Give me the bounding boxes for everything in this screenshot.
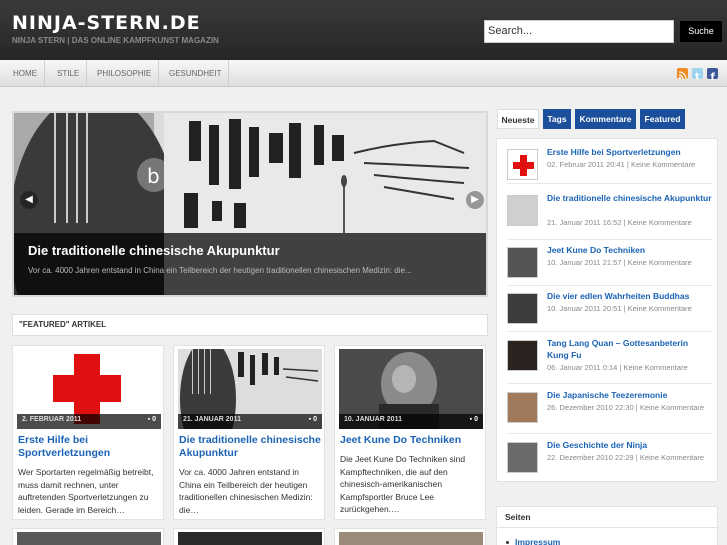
card-meta-bar: 21. JANUAR 2011 ▪ 0 bbox=[178, 414, 322, 429]
post-title[interactable]: Die traditionelle chinesische Akupunktur bbox=[547, 192, 712, 204]
card-title[interactable]: Erste Hilfe bei Sportverletzungen bbox=[18, 434, 162, 460]
post-title[interactable]: Die Japanische Teezeremonie bbox=[547, 389, 712, 401]
post-thumbnail[interactable] bbox=[507, 442, 538, 473]
card-date: 10. JANUAR 2011 bbox=[344, 416, 402, 423]
rss-icon[interactable] bbox=[677, 68, 688, 80]
card-date: 21. JANUAR 2011 bbox=[183, 416, 241, 423]
post-title[interactable]: Jeet Kune Do Techniken bbox=[547, 244, 712, 256]
featured-card[interactable]: 21. JANUAR 2011 ▪ 0 Die traditionelle ch… bbox=[173, 345, 325, 520]
tab-tags[interactable]: Tags bbox=[543, 109, 571, 129]
post-meta: 02. Februar 2011 20:41 | Keine Kommentar… bbox=[547, 160, 696, 169]
slider-excerpt: Vor ca. 4000 Jahren entstand in China ei… bbox=[28, 266, 412, 275]
card-title[interactable]: Die traditionelle chinesische Akupunktur bbox=[179, 434, 323, 460]
post-title[interactable]: Tang Lang Quan – Gottesanbeterin Kung Fu bbox=[547, 337, 712, 361]
site-title[interactable]: NINJA-STERN.DE bbox=[12, 12, 201, 34]
card-image bbox=[178, 532, 322, 545]
nav-item-philosophie[interactable]: PHILOSOPHIE bbox=[90, 60, 160, 87]
card-image bbox=[339, 532, 483, 545]
card-date: 2. FEBRUAR 2011 bbox=[22, 416, 82, 423]
featured-card[interactable]: 10. JANUAR 2011 ▪ 0 Jeet Kune Do Technik… bbox=[334, 345, 486, 520]
svg-text:f: f bbox=[711, 72, 716, 81]
facebook-icon[interactable]: f bbox=[707, 68, 718, 83]
post-meta: 10. Januar 2011 20:51 | Keine Kommentare bbox=[547, 304, 692, 313]
slider-prev-arrow[interactable]: ◀ bbox=[20, 191, 38, 209]
card-excerpt: Die Jeet Kune Do Techniken sind Kampftec… bbox=[340, 454, 466, 514]
pages-widget: Seiten Impressum bbox=[496, 506, 718, 545]
post-thumbnail[interactable] bbox=[507, 149, 538, 180]
post-meta: 06. Januar 2011 0:14 | Keine Kommentare bbox=[547, 363, 688, 372]
site-header: NINJA-STERN.DE NINJA STERN | DAS ONLINE … bbox=[0, 0, 727, 60]
svg-text:t: t bbox=[695, 72, 700, 81]
comment-count[interactable]: ▪ 0 bbox=[309, 416, 317, 423]
nav-item-gesundheit[interactable]: GESUNDHEIT bbox=[162, 60, 230, 87]
card-title[interactable]: Jeet Kune Do Techniken bbox=[340, 434, 484, 447]
tab-kommentare[interactable]: Kommentare bbox=[575, 109, 636, 129]
divider bbox=[507, 433, 712, 434]
post-thumbnail[interactable] bbox=[507, 340, 538, 371]
card-image bbox=[17, 532, 161, 545]
bullet-icon bbox=[506, 541, 509, 544]
recent-posts-list: Erste Hilfe bei Sportverletzungen 02. Fe… bbox=[496, 138, 718, 482]
featured-slider[interactable]: b ◀ ▶ Die traditionelle chinesische Akup… bbox=[12, 111, 488, 297]
card-excerpt: Wer Sportarten regelmäßig betreibt, muss… bbox=[18, 467, 154, 515]
post-thumbnail[interactable] bbox=[507, 247, 538, 278]
tab-neueste[interactable]: Neueste bbox=[497, 109, 539, 129]
post-thumbnail[interactable] bbox=[507, 195, 538, 226]
post-thumbnail[interactable] bbox=[507, 293, 538, 324]
slider-next-arrow[interactable]: ▶ bbox=[466, 191, 484, 209]
featured-card-partial[interactable] bbox=[12, 528, 164, 545]
search-button[interactable]: Suche bbox=[680, 21, 722, 42]
tab-featured[interactable]: Featured bbox=[640, 109, 685, 129]
featured-card[interactable]: 2. FEBRUAR 2011 ▪ 0 Erste Hilfe bei Spor… bbox=[12, 345, 164, 520]
divider bbox=[507, 331, 712, 332]
post-thumbnail[interactable] bbox=[507, 392, 538, 423]
post-title[interactable]: Erste Hilfe bei Sportverletzungen bbox=[547, 146, 712, 158]
site-tagline: NINJA STERN | DAS ONLINE KAMPFKUNST MAGA… bbox=[12, 36, 219, 45]
post-meta: 22. Dezember 2010 22:29 | Keine Kommenta… bbox=[547, 453, 705, 462]
card-excerpt: Vor ca. 4000 Jahren entstand in China ei… bbox=[179, 467, 313, 515]
post-meta: 10. Januar 2011 21:57 | Keine Kommentare bbox=[547, 258, 692, 267]
search-input[interactable]: Search... bbox=[484, 20, 674, 43]
comment-count[interactable]: ▪ 0 bbox=[470, 416, 478, 423]
card-meta-bar: 2. FEBRUAR 2011 ▪ 0 bbox=[17, 414, 161, 429]
pages-heading: Seiten bbox=[497, 507, 717, 528]
nav-item-stile[interactable]: STILE bbox=[50, 60, 88, 87]
post-title[interactable]: Die Geschichte der Ninja bbox=[547, 439, 712, 451]
slider-letter: b bbox=[147, 164, 160, 188]
featured-card-partial[interactable] bbox=[173, 528, 325, 545]
page-link-impressum[interactable]: Impressum bbox=[515, 537, 560, 545]
post-title[interactable]: Die vier edlen Wahrheiten Buddhas bbox=[547, 290, 712, 302]
slider-title[interactable]: Die traditionelle chinesische Akupunktur bbox=[28, 243, 280, 258]
slider-caption: Die traditionelle chinesische Akupunktur… bbox=[14, 233, 486, 295]
divider bbox=[507, 285, 712, 286]
divider bbox=[507, 383, 712, 384]
divider bbox=[507, 183, 712, 184]
divider bbox=[507, 239, 712, 240]
post-meta: 26. Dezember 2010 22:30 | Keine Kommenta… bbox=[547, 403, 705, 412]
nav-item-home[interactable]: HOME bbox=[6, 60, 45, 87]
post-meta: 21. Januar 2011 16:52 | Keine Kommentare bbox=[547, 218, 692, 227]
twitter-icon[interactable]: t bbox=[692, 68, 703, 82]
comment-count[interactable]: ▪ 0 bbox=[148, 416, 156, 423]
featured-heading: "FEATURED" ARTIKEL bbox=[12, 314, 488, 336]
featured-card-partial[interactable] bbox=[334, 528, 486, 545]
card-meta-bar: 10. JANUAR 2011 ▪ 0 bbox=[339, 414, 483, 429]
main-nav: HOME STILE PHILOSOPHIE GESUNDHEIT bbox=[0, 60, 727, 87]
